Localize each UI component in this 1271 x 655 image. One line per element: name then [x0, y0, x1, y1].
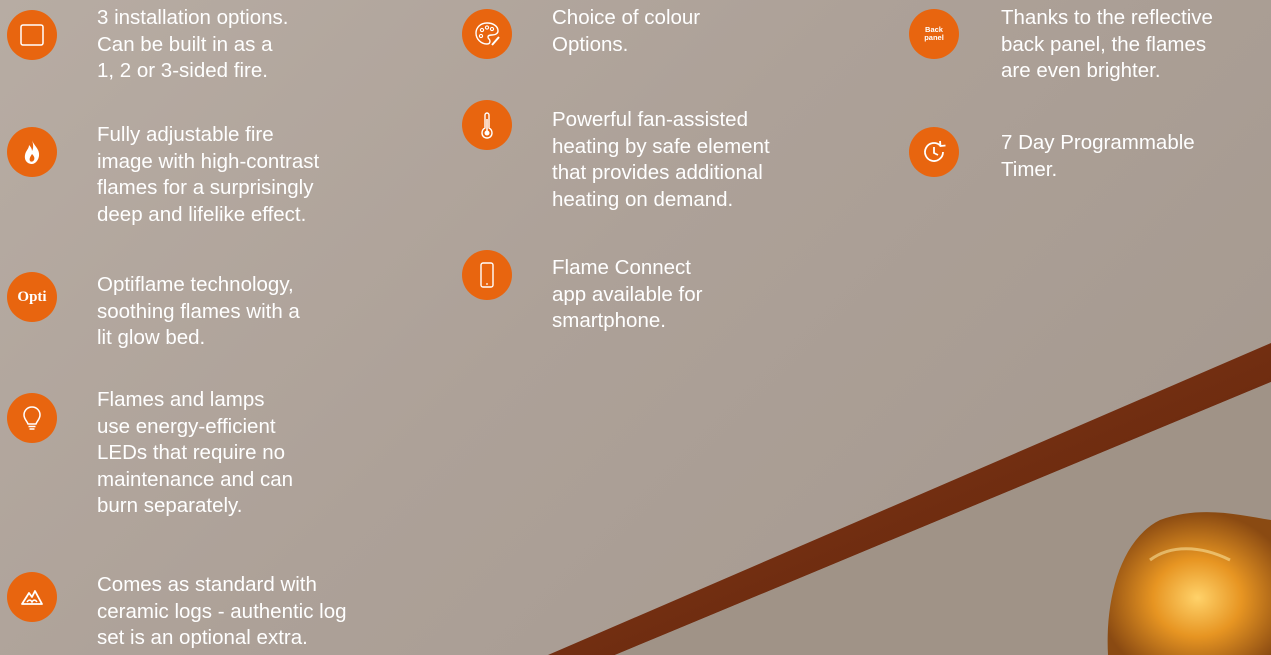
optiflame-logo-text: Opti	[17, 288, 47, 305]
feature-text-line: Fully adjustable fire	[97, 123, 274, 146]
smartphone-icon	[462, 250, 512, 300]
palette-icon	[462, 9, 512, 59]
back-panel-icon-text: panel	[924, 33, 944, 42]
square-icon	[7, 10, 57, 60]
feature-text-line: Optiflame technology,	[97, 273, 294, 296]
feature-text-line: smartphone.	[552, 309, 666, 332]
thermometer-icon	[462, 100, 512, 150]
back-panel-icon: Back panel	[909, 9, 959, 59]
feature-text-line: ceramic logs - authentic log	[97, 599, 347, 623]
feature-text-line: Thanks to the reflective	[1001, 6, 1213, 29]
feature-text-line: 1, 2 or 3-sided fire.	[97, 59, 268, 82]
feature-text-line: soothing flames with a	[97, 299, 300, 323]
features-page: 3 installation options. Can be built in …	[0, 0, 1271, 655]
feature-text-line: Powerful fan-assisted	[552, 108, 748, 131]
feature-text-line: flames for a surprisingly	[97, 176, 314, 199]
feature-text-line: set is an optional extra.	[97, 626, 308, 649]
feature-text-line: LEDs that require no	[97, 441, 286, 464]
feature-text-line: app available for	[552, 282, 703, 306]
log-set-icon	[7, 572, 57, 622]
feature-text-line: lit glow bed.	[97, 326, 206, 349]
feature-text-line: are even brighter.	[1001, 59, 1161, 82]
feature-text-line: maintenance and can	[97, 467, 294, 491]
feature-text-line: Timer.	[1001, 157, 1058, 181]
feature-text-line: image with high-contrast	[97, 149, 320, 173]
feature-text-line: back panel, the flames	[1001, 32, 1207, 56]
timer-icon	[909, 127, 959, 177]
feature-text-line: burn separately.	[97, 494, 243, 517]
feature-text-line: use energy-efficient	[97, 414, 276, 438]
feature-text-line: heating by safe element	[552, 134, 770, 158]
feature-text-line: that provides additional	[552, 161, 763, 184]
feature-text-line: Can be built in as a	[97, 32, 273, 56]
feature-text-line: Options.	[552, 32, 629, 56]
flame-icon	[7, 127, 57, 177]
feature-text-line: 7 Day Programmable	[1001, 131, 1195, 154]
feature-text-line: Flames and lamps	[97, 388, 265, 411]
feature-text-line: Comes as standard with	[97, 573, 317, 596]
feature-text-line: Choice of colour	[552, 6, 701, 29]
feature-text-line: heating on demand.	[552, 187, 734, 211]
optiflame-icon: Opti	[7, 272, 57, 322]
feature-text-line: Flame Connect	[552, 256, 692, 279]
lightbulb-icon	[7, 393, 57, 443]
feature-text-line: deep and lifelike effect.	[97, 202, 307, 226]
feature-text-line: 3 installation options.	[97, 6, 289, 29]
